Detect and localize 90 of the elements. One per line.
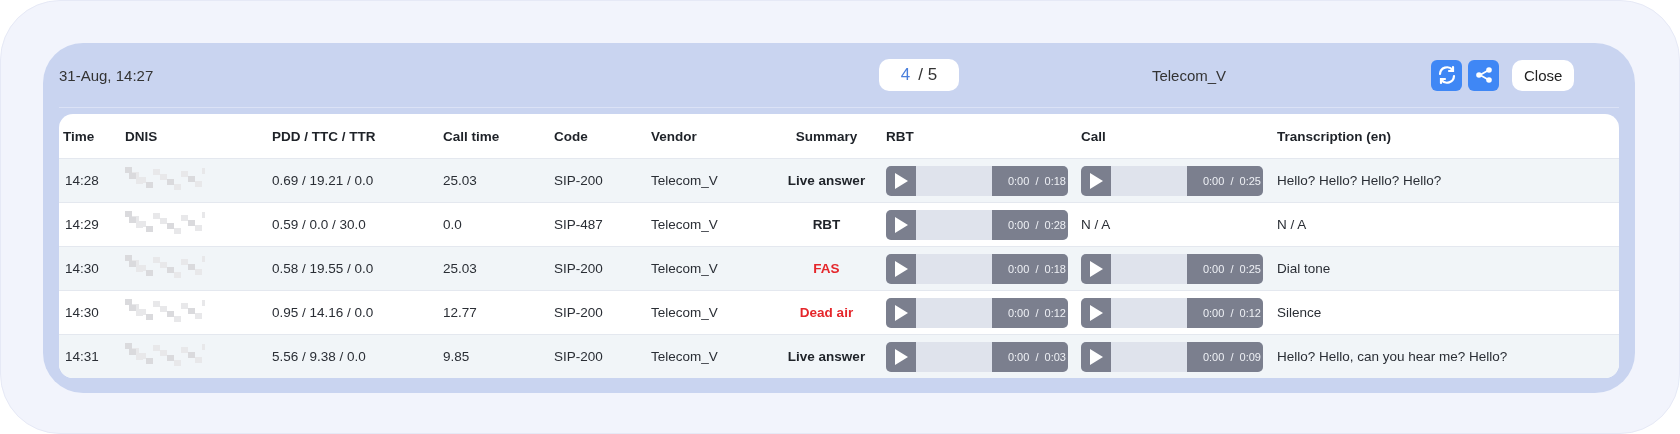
table-cell-text: 14:30	[64, 305, 100, 320]
table-cell-text: Telecom_V	[650, 305, 719, 320]
column-header: Call	[1080, 128, 1107, 144]
table-cell-text: 12.77	[442, 305, 478, 320]
play-button[interactable]	[886, 209, 916, 240]
time-readout: 0:00 / 0:09	[1187, 341, 1263, 372]
audio-player[interactable]: 0:00 / 0:09	[1081, 341, 1263, 372]
play-icon	[894, 348, 908, 365]
column-header: Call time	[442, 128, 501, 144]
column-header: Vendor	[650, 128, 698, 144]
table-cell-text: 5.56 / 9.38 / 0.0	[271, 349, 367, 364]
table-cell-text: SIP-200	[553, 173, 604, 188]
close-button[interactable]: Close	[1512, 59, 1575, 91]
play-icon	[1089, 304, 1103, 321]
table-cell-text: Dial tone	[1276, 261, 1332, 276]
date-time: 31-Aug, 14:27	[59, 66, 155, 84]
play-icon	[1089, 260, 1103, 277]
column-header: PDD / TTC / TTR	[271, 128, 377, 144]
audio-player[interactable]: 0:00 / 0:03	[886, 341, 1068, 372]
play-button[interactable]	[886, 341, 916, 372]
time-readout: 0:00 / 0:12	[1187, 297, 1263, 328]
time-readout: 0:00 / 0:25	[1187, 253, 1263, 284]
table-cell-text: 0.59 / 0.0 / 30.0	[271, 217, 367, 232]
refresh-button[interactable]	[1431, 59, 1462, 91]
table-cell-text: 14:30	[64, 261, 100, 276]
play-button[interactable]	[1081, 297, 1111, 328]
play-icon	[894, 172, 908, 189]
share-icon	[1474, 66, 1493, 84]
table-cell-text: Telecom_V	[650, 173, 719, 188]
table-cell-text: 0.69 / 19.21 / 0.0	[271, 173, 375, 188]
table-cell-text: Telecom_V	[650, 261, 719, 276]
table-cell-text: SIP-200	[553, 349, 604, 364]
column-header: Summary	[794, 128, 859, 144]
table-cell-text: Hello? Hello? Hello? Hello?	[1276, 173, 1443, 188]
play-button[interactable]	[1081, 341, 1111, 372]
play-icon	[1089, 348, 1103, 365]
column-header: Transcription (en)	[1276, 128, 1392, 144]
time-readout: 0:00 / 0:25	[1187, 165, 1263, 196]
share-button[interactable]	[1468, 59, 1499, 91]
table-cell-text: 25.03	[442, 261, 478, 276]
audio-player[interactable]: 0:00 / 0:12	[886, 297, 1068, 328]
audio-player[interactable]: 0:00 / 0:25	[1081, 253, 1263, 284]
table-cell-text: 14:31	[64, 349, 100, 364]
play-button[interactable]	[1081, 165, 1111, 196]
table-cell-text: SIP-487	[553, 217, 604, 232]
vendor-name: Telecom_V	[1150, 66, 1228, 84]
table-cell-text: 0.58 / 19.55 / 0.0	[271, 261, 375, 276]
time-readout: 0:00 / 0:12	[992, 297, 1068, 328]
play-icon	[894, 216, 908, 233]
table-cell-text: 0.95 / 14.16 / 0.0	[271, 305, 375, 320]
table-cell-text: N / A	[1080, 217, 1112, 232]
column-header: RBT	[885, 128, 915, 144]
time-readout: 0:00 / 0:28	[992, 209, 1068, 240]
table-cell-text: 25.03	[442, 173, 478, 188]
table-cell-text: Telecom_V	[650, 349, 719, 364]
table-cell-text: SIP-200	[553, 261, 604, 276]
play-button[interactable]	[886, 165, 916, 196]
time-readout: 0:00 / 0:18	[992, 165, 1068, 196]
play-icon	[1089, 172, 1103, 189]
table-cell-text: Hello? Hello, can you hear me? Hello?	[1276, 349, 1509, 364]
table-cell-text: 14:28	[64, 173, 100, 188]
summary-label: Dead air	[798, 305, 855, 320]
audio-player[interactable]: 0:00 / 0:18	[886, 253, 1068, 284]
table-cell-text: N / A	[1276, 217, 1308, 232]
time-readout: 0:00 / 0:03	[992, 341, 1068, 372]
table-cell-text: 9.85	[442, 349, 471, 364]
table-cell-text: Silence	[1276, 305, 1323, 320]
column-header: Code	[553, 128, 589, 144]
table-cell-text: 14:29	[64, 217, 100, 232]
audio-player[interactable]: 0:00 / 0:25	[1081, 165, 1263, 196]
play-icon	[894, 304, 908, 321]
time-readout: 0:00 / 0:18	[992, 253, 1068, 284]
page-indicator[interactable]: 4 / 5	[879, 59, 959, 91]
summary-label: FAS	[812, 261, 841, 276]
play-button[interactable]	[1081, 253, 1111, 284]
column-header: Time	[62, 128, 96, 144]
column-header: DNIS	[124, 128, 159, 144]
play-icon	[894, 260, 908, 277]
summary-label: Live answer	[786, 173, 867, 188]
play-button[interactable]	[886, 297, 916, 328]
audio-player[interactable]: 0:00 / 0:28	[886, 209, 1068, 240]
summary-label: RBT	[811, 217, 842, 232]
table-cell-text: SIP-200	[553, 305, 604, 320]
table-cell-text: 0.0	[442, 217, 463, 232]
refresh-icon	[1436, 65, 1457, 85]
audio-player[interactable]: 0:00 / 0:18	[886, 165, 1068, 196]
summary-label: Live answer	[786, 349, 867, 364]
play-button[interactable]	[886, 253, 916, 284]
audio-player[interactable]: 0:00 / 0:12	[1081, 297, 1263, 328]
table-cell-text: Telecom_V	[650, 217, 719, 232]
